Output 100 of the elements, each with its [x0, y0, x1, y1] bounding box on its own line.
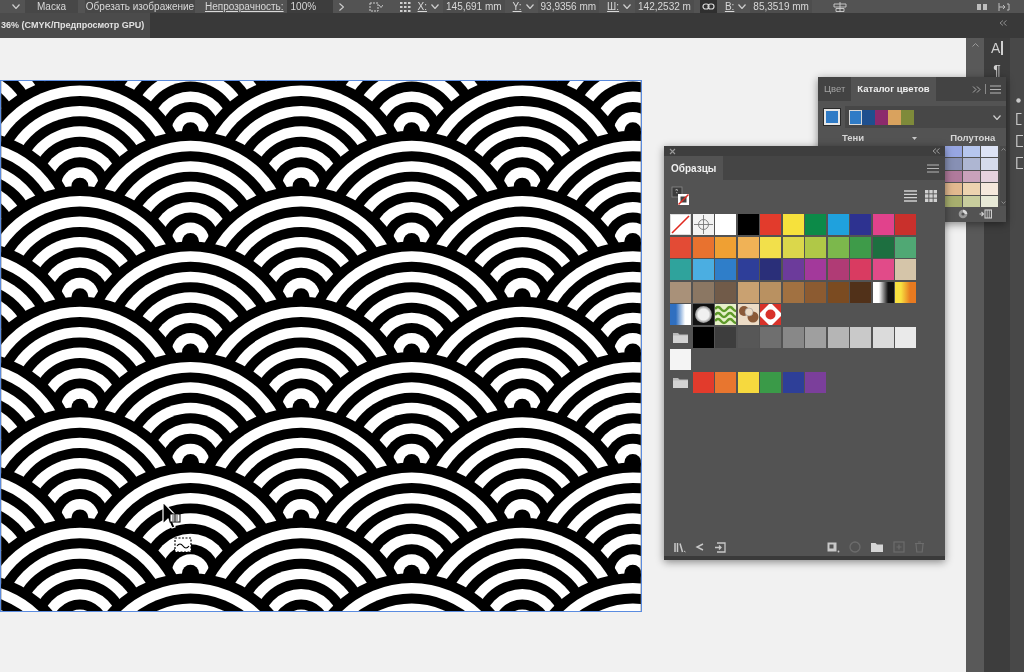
mask-button[interactable]: Маска	[25, 0, 78, 13]
link-icon[interactable]	[699, 0, 717, 13]
gradient-swatch-icon[interactable]	[670, 304, 691, 325]
swatch-icon[interactable]	[872, 326, 894, 348]
grid-view-icon[interactable]	[925, 190, 937, 202]
swatch-icon[interactable]	[760, 326, 781, 348]
document-tab[interactable]: 36% (CMYK/Предпросмотр GPU)	[0, 13, 151, 38]
align-icon[interactable]	[831, 1, 848, 12]
transform-icon[interactable]	[368, 1, 383, 12]
swatch-icon[interactable]	[737, 371, 759, 393]
bracket-icon[interactable]	[1016, 135, 1023, 147]
small-caret-icon[interactable]	[912, 136, 918, 140]
coordinate-field[interactable]: 142,2532 m	[635, 0, 694, 13]
close-icon[interactable]	[669, 147, 676, 155]
panel-tab[interactable]: Каталог цветов	[851, 77, 936, 101]
coordinate-field[interactable]: 85,3519 mm	[750, 0, 812, 13]
base-color-swatch-icon[interactable]	[824, 109, 840, 125]
chevron-right-icon[interactable]	[338, 2, 344, 11]
variation-swatch-icon[interactable]	[945, 146, 962, 158]
folder-icon[interactable]	[870, 541, 884, 553]
swatch-options-icon[interactable]	[827, 541, 840, 553]
swatch-icon[interactable]	[760, 371, 781, 393]
crop-image-button[interactable]: Обрезать изображение	[85, 0, 195, 13]
swatch-icon[interactable]	[895, 236, 916, 258]
bracket-icon[interactable]	[1016, 113, 1022, 125]
swatch-icon[interactable]	[827, 326, 849, 348]
swatch-icon[interactable]	[715, 326, 736, 348]
registration-swatch-icon[interactable]	[692, 214, 714, 235]
coordinate-field[interactable]: 93,9356 mm	[537, 0, 600, 13]
variation-swatch-icon[interactable]	[981, 183, 998, 195]
swatch-icon[interactable]	[760, 259, 781, 280]
swatch-icon[interactable]	[895, 326, 916, 348]
swatch-icon[interactable]	[737, 236, 759, 258]
gradient-swatch-icon[interactable]	[895, 281, 916, 303]
pattern-swatch-icon[interactable]	[737, 304, 759, 325]
collapse-icon[interactable]	[932, 148, 940, 154]
variation-swatch-icon[interactable]	[981, 195, 998, 207]
reference-point-icon[interactable]	[398, 1, 412, 12]
swatch-icon[interactable]	[827, 236, 849, 258]
swatch-icon[interactable]	[850, 326, 871, 348]
library-icon[interactable]	[674, 541, 686, 553]
variation-swatch-icon[interactable]	[963, 183, 980, 195]
dot-icon[interactable]	[1016, 98, 1021, 103]
swatch-icon[interactable]	[692, 259, 714, 280]
swatch-icon[interactable]	[850, 281, 871, 303]
swatch-icon[interactable]	[805, 371, 826, 393]
swatch-icon[interactable]	[737, 259, 759, 280]
swatch-icon[interactable]	[850, 259, 871, 280]
variation-swatch-icon[interactable]	[981, 158, 998, 170]
collapse-icon[interactable]	[999, 19, 1007, 26]
swatch-icon[interactable]	[737, 281, 759, 303]
import-icon[interactable]	[714, 541, 726, 553]
swatch-icon[interactable]	[805, 259, 826, 280]
swatch-icon[interactable]	[715, 259, 736, 280]
pattern-swatch-icon[interactable]	[760, 304, 781, 325]
none-swatch-icon[interactable]	[670, 214, 691, 235]
swatch-icon[interactable]	[850, 236, 871, 258]
swatch-icon[interactable]	[760, 281, 781, 303]
swatch-icon[interactable]	[782, 236, 804, 258]
panel-tab[interactable]: Образцы	[664, 156, 724, 180]
opacity-field[interactable]: 100%	[286, 0, 333, 13]
pattern-swatch-icon[interactable]	[715, 304, 736, 325]
swatch-icon[interactable]	[805, 236, 826, 258]
swatch-icon[interactable]	[827, 259, 849, 280]
bracket-icon[interactable]	[1016, 157, 1023, 169]
swatch-icon[interactable]	[760, 214, 781, 235]
swatch-icon[interactable]	[692, 371, 714, 393]
harmony-swatch-icon[interactable]	[875, 109, 888, 125]
variation-swatch-icon[interactable]	[945, 170, 962, 183]
swatch-icon[interactable]	[737, 326, 759, 348]
variation-swatch-icon[interactable]	[963, 158, 980, 170]
swatch-icon[interactable]	[715, 371, 736, 393]
swatch-icon[interactable]	[805, 281, 826, 303]
swatch-icon[interactable]	[805, 326, 826, 348]
variation-swatch-icon[interactable]	[981, 146, 998, 158]
menu-icon[interactable]	[990, 84, 1001, 94]
swatch-icon[interactable]	[715, 281, 736, 303]
scrollbar[interactable]	[1000, 146, 1006, 206]
caret-icon[interactable]	[623, 4, 632, 9]
swatch-icon[interactable]	[872, 236, 894, 258]
swatch-icon[interactable]	[827, 214, 849, 235]
swatch-icon[interactable]	[692, 236, 714, 258]
swatch-icon[interactable]	[872, 214, 894, 235]
swatch-icon[interactable]	[670, 259, 691, 280]
swatch-icon[interactable]	[850, 214, 871, 235]
arrange-icon[interactable]	[998, 1, 1010, 12]
swatch-icon[interactable]	[715, 236, 736, 258]
swatch-icon[interactable]	[782, 281, 804, 303]
swatch-icon[interactable]	[670, 236, 691, 258]
variation-swatch-icon[interactable]	[945, 183, 962, 195]
fill-stroke-icon[interactable]	[671, 186, 690, 206]
swatch-icon[interactable]	[782, 371, 804, 393]
swatch-icon[interactable]	[670, 349, 691, 370]
caret-icon[interactable]	[738, 4, 747, 9]
swatch-icon[interactable]	[737, 214, 759, 235]
variation-swatch-icon[interactable]	[963, 146, 980, 158]
swatch-icon[interactable]	[895, 214, 916, 235]
caret-icon[interactable]	[12, 4, 20, 9]
swatch-icon[interactable]	[715, 214, 736, 235]
harmony-dropdown[interactable]	[845, 106, 1006, 128]
